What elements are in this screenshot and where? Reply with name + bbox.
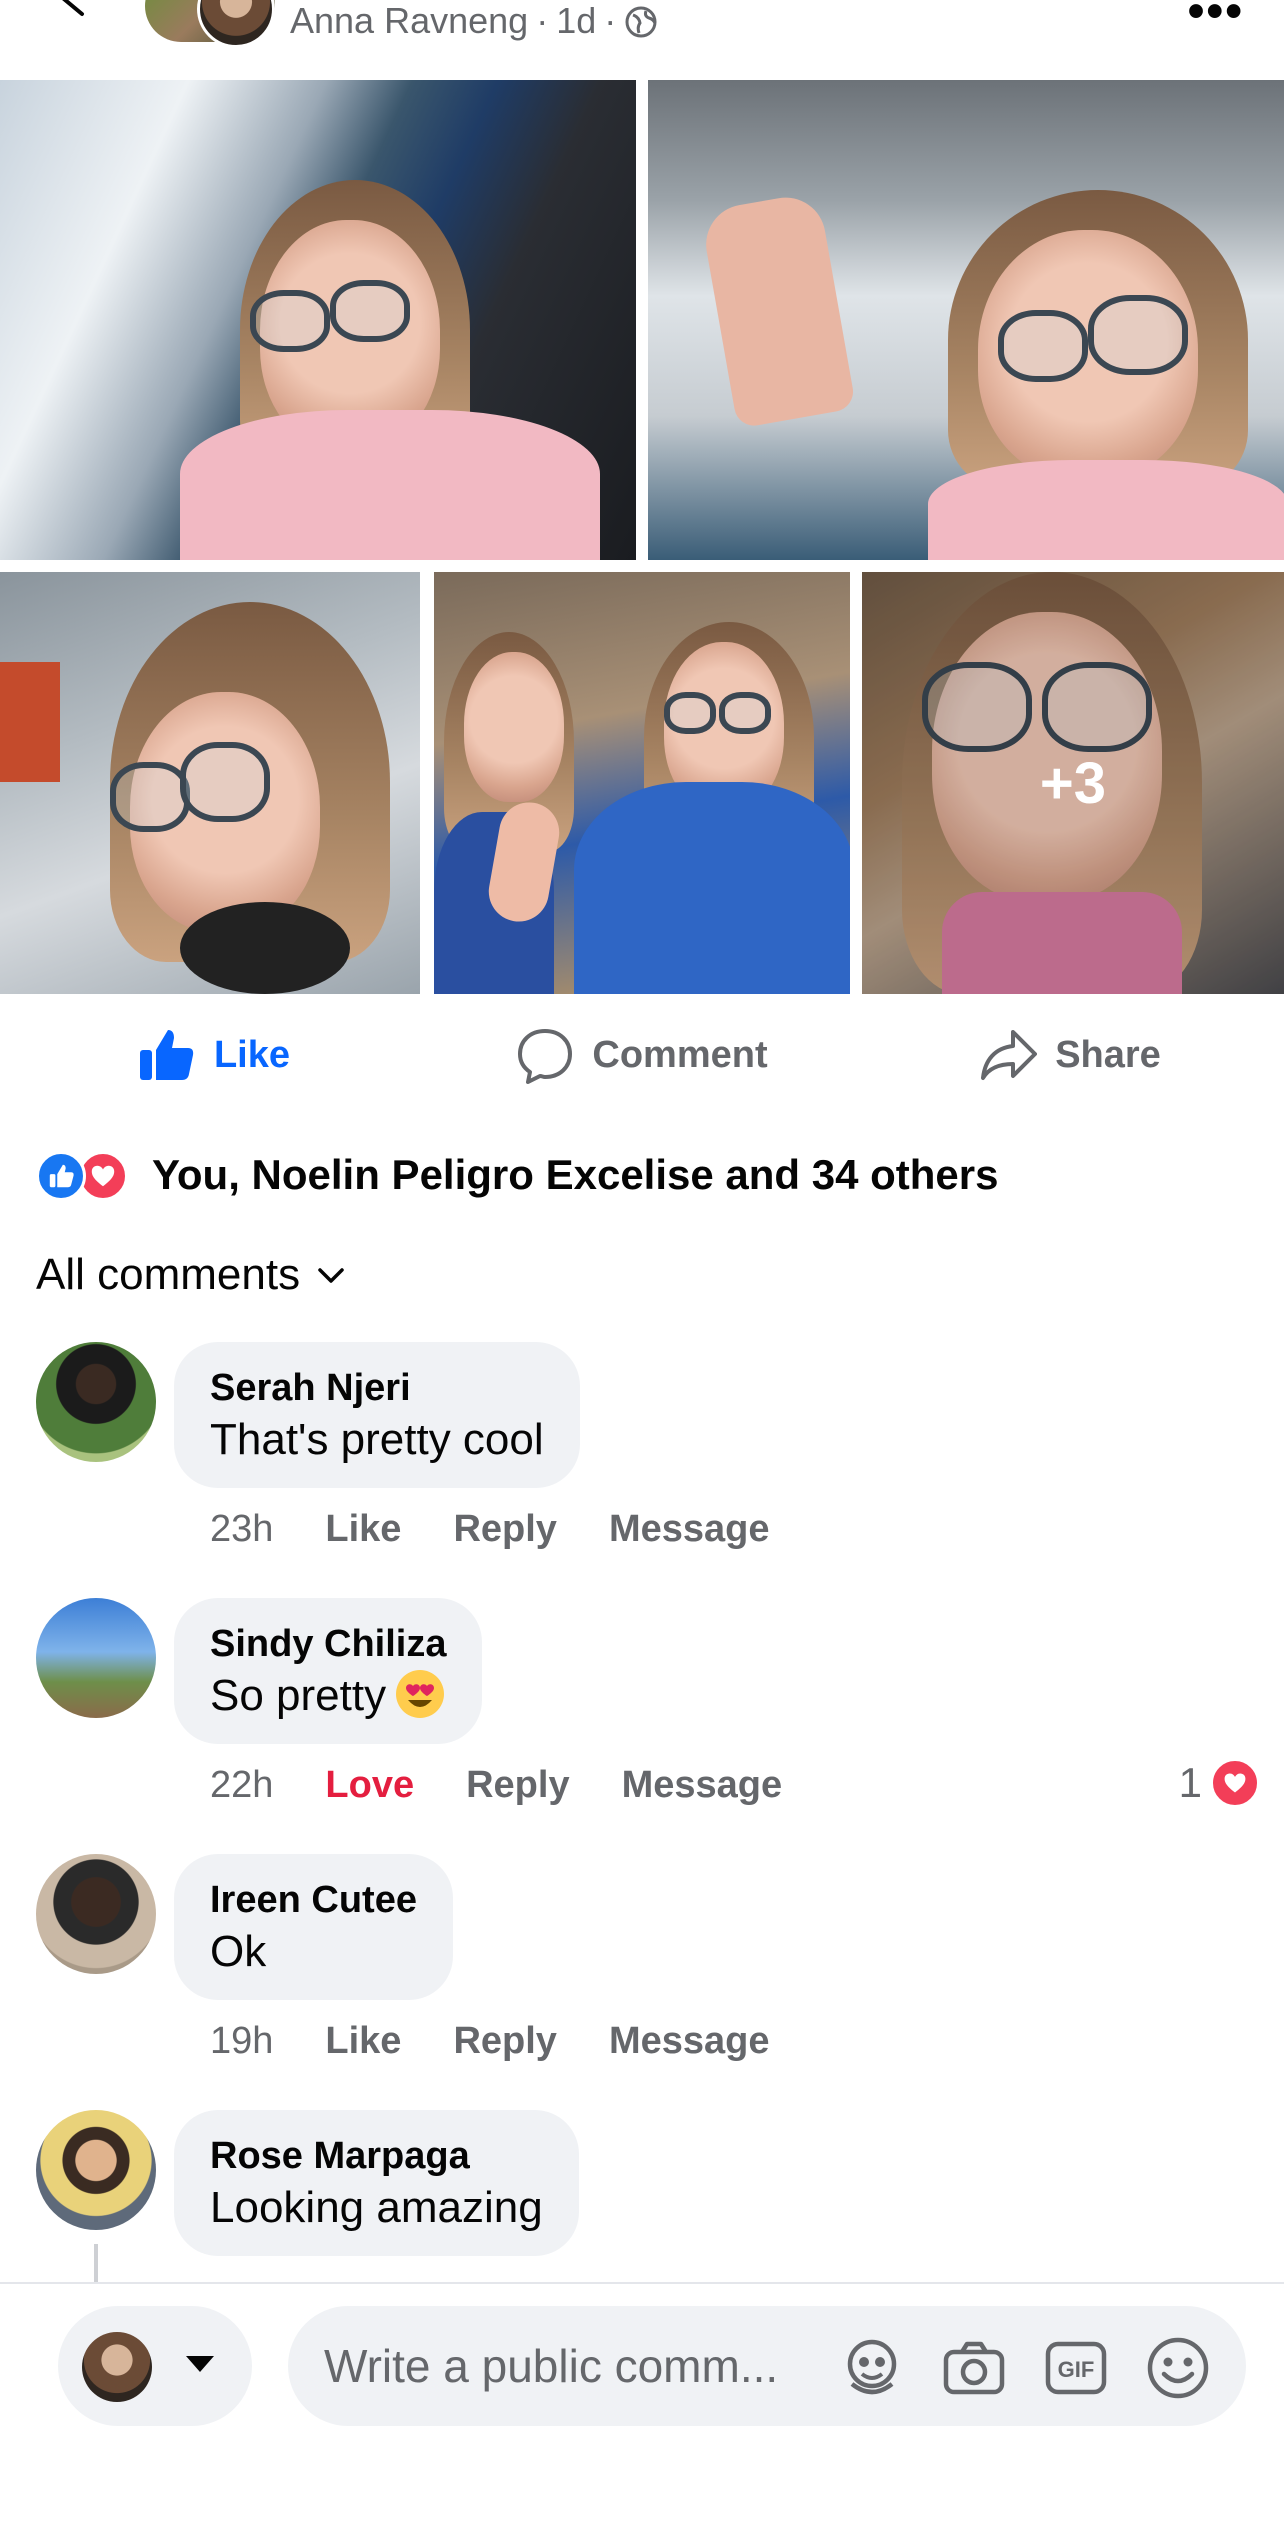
chevron-down-icon — [318, 1268, 344, 1283]
comment-actions: 22h Love Reply Message — [210, 1764, 782, 1807]
camera-icon[interactable] — [938, 2332, 1010, 2404]
comment-reply-button[interactable]: Reply — [453, 2020, 556, 2063]
reactions-text: You, Noelin Peligro Excelise and 34 othe… — [152, 1151, 999, 1198]
heart-eyes-emoji — [396, 1670, 445, 1718]
comment-composer: GIF — [0, 2282, 1284, 2541]
commenter-name[interactable]: Serah Njeri — [210, 1364, 544, 1412]
commenter-name[interactable]: Sindy Chiliza — [210, 1620, 446, 1668]
avatar-sticker-icon[interactable] — [836, 2332, 908, 2404]
comment-reply-button[interactable]: Reply — [466, 1764, 569, 1807]
post-header: Anna Ravneng · 1d · ••• — [0, 0, 1284, 80]
account-switcher[interactable] — [58, 2306, 252, 2426]
comment-bubble[interactable]: Serah Njeri That's pretty cool — [174, 1342, 580, 1488]
comment-text: So pretty — [210, 1668, 446, 1724]
post-photo-2[interactable] — [648, 80, 1284, 560]
comment-time[interactable]: 19h — [210, 2020, 273, 2063]
avatar[interactable] — [36, 1598, 156, 1718]
comment-text-content: So pretty — [210, 1671, 387, 1720]
comment-icon — [518, 1029, 573, 1084]
avatar[interactable] — [36, 2110, 156, 2230]
author-meta: Anna Ravneng · 1d · — [290, 0, 658, 42]
thumbs-up-icon — [139, 1030, 194, 1080]
svg-text:GIF: GIF — [1058, 2357, 1095, 2382]
love-icon — [1210, 1758, 1260, 1808]
more-photos-overlay[interactable]: +3 — [862, 572, 1284, 994]
reactions-summary[interactable]: You, Noelin Peligro Excelise and 34 othe… — [36, 1140, 998, 1210]
post-photo-5[interactable]: +3 — [862, 572, 1284, 994]
comment-reply-button[interactable]: Reply — [453, 1508, 556, 1551]
like-label: Like — [213, 1033, 291, 1076]
avatar[interactable] — [36, 1342, 156, 1462]
comment-input[interactable] — [324, 2330, 804, 2402]
comment-actions: 19h Like Reply Message — [210, 2020, 769, 2063]
post-time[interactable]: 1d — [556, 0, 596, 41]
avatar[interactable] — [36, 1854, 156, 1974]
comment-message-button[interactable]: Message — [622, 1764, 783, 1807]
more-icon[interactable]: ••• — [1188, 0, 1244, 39]
reaction-icons — [36, 1149, 136, 1201]
comments-filter[interactable]: All comments — [36, 1250, 348, 1300]
gif-icon[interactable]: GIF — [1040, 2332, 1112, 2404]
like-button[interactable]: Like — [0, 1000, 428, 1110]
like-icon — [36, 1151, 86, 1201]
comment-bubble[interactable]: Sindy Chiliza So pretty — [174, 1598, 483, 1744]
post-actions: Like Comment Share — [0, 1000, 1284, 1110]
comment-bubble[interactable]: Ireen Cutee Ok — [174, 1854, 453, 2000]
post-photo-4[interactable] — [434, 572, 850, 994]
avatar — [82, 2332, 152, 2402]
reply-thread-line — [94, 2244, 98, 2284]
commenter-name[interactable]: Ireen Cutee — [210, 1876, 417, 1924]
share-icon — [981, 1030, 1038, 1080]
comment-input-box[interactable]: GIF — [288, 2306, 1246, 2426]
meta-separator: · — [536, 0, 549, 41]
comment-label: Comment — [592, 1033, 768, 1076]
comment-bubble[interactable]: Rose Marpaga Looking amazing — [174, 2110, 579, 2256]
meta-separator: · — [604, 0, 617, 41]
comment-message-button[interactable]: Message — [609, 1508, 770, 1551]
comment-like-button[interactable]: Like — [325, 2020, 401, 2063]
comment-like-button[interactable]: Like — [325, 1508, 401, 1551]
post-photo-3[interactable] — [0, 572, 420, 994]
share-label: Share — [1055, 1033, 1161, 1076]
comment-text: Ok — [210, 1927, 267, 1976]
comment-love-button[interactable]: Love — [325, 1764, 414, 1807]
author-avatar[interactable] — [145, 0, 275, 48]
post-photo-1[interactable] — [0, 80, 636, 560]
comment-text: Looking amazing — [210, 2183, 543, 2232]
comment-reaction-count[interactable]: 1 — [1179, 1758, 1260, 1808]
comment-message-button[interactable]: Message — [609, 2020, 770, 2063]
comment-button[interactable]: Comment — [428, 1000, 856, 1110]
comment-text: That's pretty cool — [210, 1415, 544, 1464]
comment-actions: 23h Like Reply Message — [210, 1508, 769, 1551]
caret-down-icon — [186, 2356, 214, 2372]
author-name[interactable]: Anna Ravneng — [290, 0, 528, 41]
comment-time[interactable]: 22h — [210, 1764, 273, 1807]
filter-label: All comments — [36, 1250, 301, 1299]
share-button[interactable]: Share — [856, 1000, 1284, 1110]
back-arrow-icon[interactable] — [52, 0, 92, 30]
globe-icon — [625, 6, 657, 38]
reaction-count: 1 — [1178, 1759, 1202, 1806]
commenter-name[interactable]: Rose Marpaga — [210, 2132, 543, 2180]
comment-time[interactable]: 23h — [210, 1508, 273, 1551]
emoji-icon[interactable] — [1142, 2332, 1214, 2404]
